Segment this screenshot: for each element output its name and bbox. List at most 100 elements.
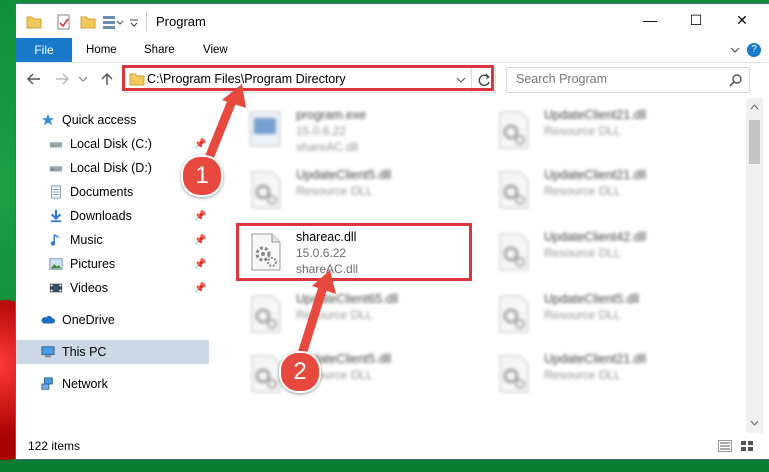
file-type: Resource DLL (544, 308, 621, 322)
pin-icon: 📌 (194, 258, 207, 270)
sidebar-item-label: Quick access (62, 113, 137, 127)
tab-file[interactable]: File (16, 38, 72, 62)
document-icon (51, 185, 61, 199)
step-number: 1 (195, 162, 209, 189)
sidebar-item-documents[interactable]: Documents 📌 (16, 180, 209, 204)
sidebar-item-label: Local Disk (C:) (70, 137, 152, 151)
step-number: 2 (293, 358, 307, 385)
file-item-updateclient42-dll[interactable]: UpdateClient42.dll Resource DLL (492, 226, 722, 276)
search-icon[interactable] (729, 73, 743, 87)
minimize-button[interactable]: — (627, 4, 673, 36)
step-badge-1: 1 (181, 155, 223, 197)
step-badge-2: 2 (279, 351, 321, 393)
details-view-icon[interactable] (718, 440, 732, 452)
sidebar-item-music[interactable]: Music 📌 (16, 228, 209, 252)
file-item-updateclient5-dll[interactable]: UpdateClient5.dll Resource DLL (244, 164, 474, 214)
tab-view[interactable]: View (203, 38, 228, 62)
customize-toolbar-icon[interactable] (128, 14, 140, 30)
properties-icon[interactable] (56, 14, 72, 30)
file-type: Resource DLL (544, 246, 621, 260)
pin-icon: 📌 (194, 138, 207, 150)
file-item-updateclient5-dll[interactable]: UpdateClient5.dll Resource DLL (492, 288, 722, 338)
close-button[interactable]: ✕ (719, 4, 765, 36)
download-icon (50, 209, 62, 223)
cloud-icon (41, 315, 55, 324)
sidebar-item-pictures[interactable]: Pictures 📌 (16, 252, 209, 276)
back-arrow-icon[interactable] (26, 72, 42, 86)
folder-icon (26, 16, 42, 29)
sidebar-item-local-disk-c[interactable]: Local Disk (C:) 📌 (16, 132, 209, 156)
file-type: Resource DLL (296, 308, 373, 322)
file-name: UpdateClient65.dll (296, 292, 399, 306)
new-folder-icon[interactable] (80, 14, 96, 30)
dll-file-icon (499, 111, 529, 149)
address-row: C:\Program Files\Program Directory Searc… (16, 62, 769, 98)
tab-home[interactable]: Home (86, 38, 117, 62)
picture-icon (49, 258, 63, 270)
sidebar-item-label: Pictures (70, 257, 116, 271)
sidebar-item-quick-access[interactable]: Quick access (16, 108, 209, 132)
file-item-updateclient21-dll[interactable]: UpdateClient21.dll Resource DLL (492, 104, 722, 154)
status-bar: 122 items (16, 433, 769, 459)
file-name: UpdateClient21.dll (544, 168, 647, 182)
sidebar-item-label: Network (62, 377, 108, 391)
dll-file-icon (499, 295, 529, 333)
file-highlight-box (236, 223, 472, 281)
file-name: UpdateClient5.dll (296, 168, 392, 182)
dll-file-icon (251, 171, 281, 209)
navigation-pane: Quick access Local Disk (C:) 📌 Local Dis… (16, 98, 209, 433)
file-item-updateclient65-dll[interactable]: UpdateClient65.dll Resource DLL (244, 288, 474, 338)
drive-icon (49, 166, 63, 172)
title-separator (146, 12, 147, 30)
file-item-program-exe[interactable]: program.exe 15.0.6.22 shareAC.dll (244, 104, 474, 154)
vertical-scrollbar[interactable] (746, 98, 763, 433)
up-arrow-icon[interactable] (100, 72, 114, 86)
item-count: 122 items (28, 439, 81, 453)
scroll-down-icon[interactable] (750, 420, 759, 426)
explorer-window: Program — ☐ ✕ File Home Share View ? C:\… (16, 4, 769, 459)
tab-share[interactable]: Share (144, 38, 175, 62)
pin-icon: 📌 (194, 234, 207, 246)
sidebar-item-this-pc[interactable]: This PC (16, 340, 209, 364)
scroll-up-icon[interactable] (750, 104, 759, 110)
video-icon (49, 283, 63, 293)
dll-file-icon (499, 233, 529, 271)
drive-icon (49, 142, 63, 148)
dll-file-icon (499, 355, 529, 393)
sidebar-item-label: This PC (62, 345, 107, 359)
sidebar-item-downloads[interactable]: Downloads 📌 (16, 204, 209, 228)
scrollbar-thumb[interactable] (749, 120, 760, 164)
large-icons-view-icon[interactable] (740, 440, 754, 452)
sidebar-item-videos[interactable]: Videos 📌 (16, 276, 209, 300)
sidebar-item-label: Documents (70, 185, 134, 199)
file-item-updateclient21-dll[interactable]: UpdateClient21.dll Resource DLL (492, 348, 722, 398)
expand-ribbon-icon[interactable] (729, 45, 741, 55)
address-highlight-box (122, 65, 494, 91)
sidebar-item-label: Downloads (70, 209, 132, 223)
file-type: Resource DLL (544, 368, 621, 382)
window-title: Program (156, 14, 206, 29)
music-icon (50, 234, 59, 246)
file-name: UpdateClient5.dll (544, 292, 640, 306)
search-input[interactable]: Search Program (506, 67, 750, 93)
network-icon (41, 377, 53, 390)
sidebar-item-label: Local Disk (D:) (70, 161, 152, 175)
ribbon-tabs: File Home Share View ? (16, 38, 769, 63)
forward-arrow-icon[interactable] (54, 72, 70, 86)
maximize-button[interactable]: ☐ (673, 4, 719, 36)
file-description: shareAC.dll (296, 140, 359, 154)
pin-icon: 📌 (194, 282, 207, 294)
file-type: Resource DLL (296, 184, 373, 198)
pin-icon: 📌 (194, 210, 207, 222)
recent-locations-icon[interactable] (78, 75, 88, 83)
sidebar-item-network[interactable]: Network (16, 372, 209, 396)
star-icon (41, 113, 55, 126)
view-options-icon[interactable] (102, 14, 124, 30)
file-name: UpdateClient42.dll (544, 230, 647, 244)
dll-file-icon (499, 171, 529, 209)
dll-file-icon (251, 295, 281, 333)
help-button[interactable]: ? (747, 43, 761, 57)
sidebar-item-onedrive[interactable]: OneDrive (16, 308, 209, 332)
sidebar-item-label: Music (70, 233, 103, 247)
file-item-updateclient21-dll[interactable]: UpdateClient21.dll Resource DLL (492, 164, 722, 214)
